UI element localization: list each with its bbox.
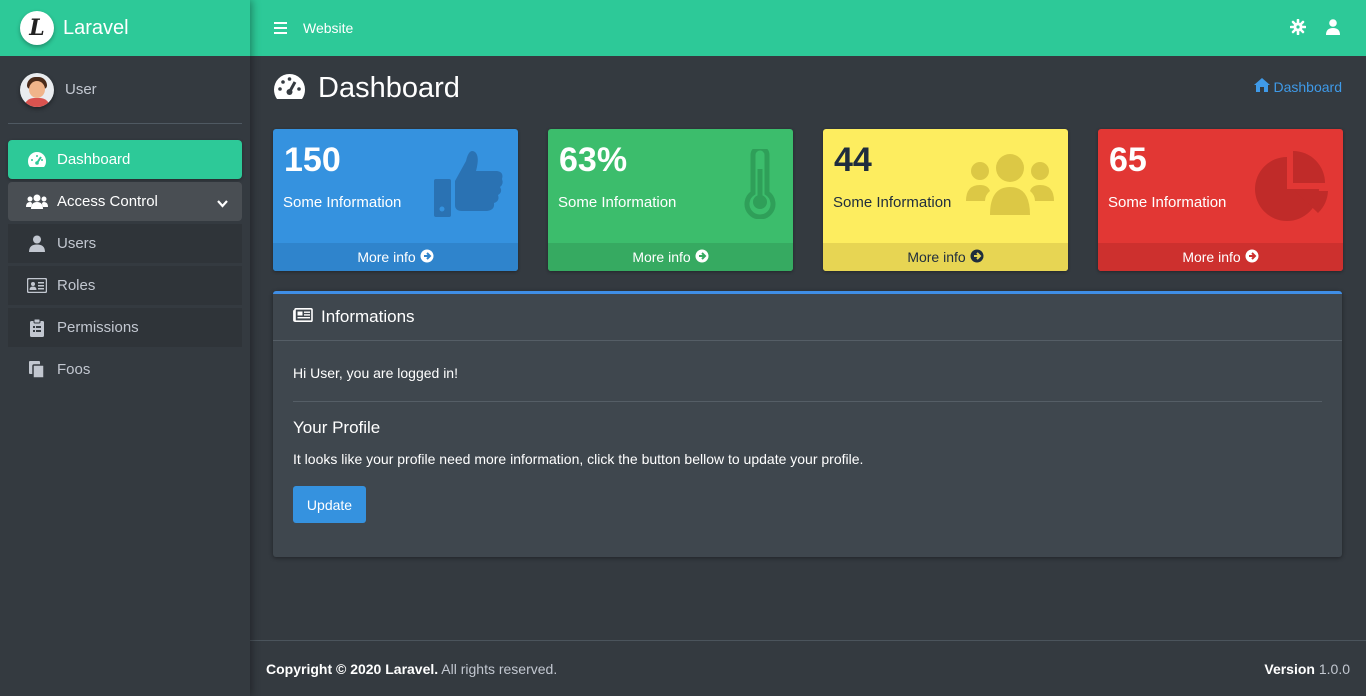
users-icon (26, 192, 48, 212)
card-body: Hi User, you are logged in! Your Profile… (273, 365, 1342, 523)
box-value: 65 (1109, 141, 1147, 179)
box-label: Some Information (558, 194, 677, 211)
sidebar-item-users[interactable]: Users (8, 224, 242, 263)
sidebar-item-label: Users (57, 235, 97, 252)
users-icon (966, 153, 1054, 220)
menu-toggle-icon[interactable] (274, 22, 287, 34)
more-info-link[interactable]: More info (1098, 243, 1343, 271)
topbar: Website (250, 0, 1366, 56)
arrow-circle-right-icon (416, 249, 434, 266)
brand-logo: L (20, 11, 54, 45)
version-label: Version (1264, 660, 1315, 677)
clipboard-icon (26, 318, 48, 338)
profile-text: It looks like your profile need more inf… (293, 451, 864, 467)
more-info-link[interactable]: More info (273, 243, 518, 271)
brand-name: Laravel (63, 16, 129, 39)
page-footer: Copyright © 2020 Laravel. All rights res… (250, 640, 1366, 696)
thermometer-icon (743, 145, 777, 224)
topbar-actions (1289, 18, 1340, 40)
card-title: Informations (321, 307, 415, 326)
update-button[interactable]: Update (293, 486, 366, 523)
sidebar-item-access-control[interactable]: Access Control (8, 182, 242, 221)
id-card-icon (26, 276, 48, 296)
user-name[interactable]: User (65, 81, 97, 98)
home-icon (1253, 78, 1274, 95)
sidebar-item-label: Roles (57, 277, 96, 294)
sidebar: L Laravel User Dashboard Access Control (0, 0, 250, 696)
copy-icon (26, 360, 48, 380)
settings-icon[interactable] (1289, 18, 1307, 40)
main-content: Dashboard Dashboard 150 Some Information… (250, 56, 1366, 640)
tachometer-icon (273, 73, 306, 105)
sidebar-nav: Dashboard Access Control Users Roles Per… (0, 124, 250, 389)
box-label: Some Information (283, 194, 402, 211)
greeting-text: Hi User, you are logged in! (293, 365, 458, 381)
page-header: Dashboard (273, 72, 460, 105)
information-card: Informations Hi User, you are logged in!… (273, 291, 1342, 557)
brand-link[interactable]: L Laravel (0, 0, 250, 56)
page-title: Dashboard (318, 72, 460, 104)
box-label: Some Information (1108, 194, 1227, 211)
newspaper-icon (293, 307, 313, 327)
info-boxes: 150 Some Information More info 63% Some … (273, 129, 1343, 271)
sidebar-item-foos[interactable]: Foos (8, 350, 242, 389)
card-header: Informations (273, 294, 1342, 341)
version-number: 1.0.0 (1314, 660, 1350, 677)
user-icon[interactable] (1326, 19, 1340, 40)
box-value: 63% (559, 141, 628, 179)
profile-heading: Your Profile (293, 418, 381, 437)
box-value: 44 (834, 141, 872, 179)
pie-chart-icon (1253, 151, 1329, 226)
copyright: Copyright © 2020 Laravel. All rights res… (266, 661, 557, 677)
more-info-link[interactable]: More info (548, 243, 793, 271)
avatar (20, 72, 54, 107)
more-info-link[interactable]: More info (823, 243, 1068, 271)
breadcrumb-item[interactable]: Dashboard (1274, 79, 1343, 95)
copyright-rest: All rights reserved. (438, 660, 558, 677)
box-value: 150 (284, 141, 341, 179)
sidebar-item-permissions[interactable]: Permissions (8, 308, 242, 347)
box-label: Some Information (833, 194, 952, 211)
arrow-circle-right-icon (691, 249, 709, 266)
sidebar-item-label: Dashboard (57, 151, 131, 168)
sidebar-item-label: Access Control (57, 193, 158, 210)
more-info-label: More info (632, 249, 691, 265)
info-box: 44 Some Information More info (823, 129, 1068, 271)
more-info-label: More info (1182, 249, 1241, 265)
info-box: 65 Some Information More info (1098, 129, 1343, 271)
sidebar-item-label: Permissions (57, 319, 139, 336)
version-info: Version 1.0.0 (1264, 661, 1350, 677)
arrow-circle-right-icon (1241, 249, 1259, 266)
tachometer-icon (26, 150, 48, 170)
sidebar-item-dashboard[interactable]: Dashboard (8, 140, 242, 179)
user-panel[interactable]: User (8, 56, 242, 124)
user-icon (26, 234, 48, 254)
thumbs-up-icon (432, 147, 504, 224)
breadcrumb[interactable]: Dashboard (1253, 78, 1343, 95)
divider (293, 401, 1322, 402)
more-info-label: More info (907, 249, 966, 265)
arrow-circle-right-icon (966, 249, 984, 266)
chevron-down-icon (217, 195, 228, 212)
info-box: 150 Some Information More info (273, 129, 518, 271)
more-info-label: More info (357, 249, 416, 265)
copyright-strong[interactable]: Copyright © 2020 Laravel. (266, 661, 438, 677)
website-link[interactable]: Website (303, 20, 353, 36)
sidebar-item-label: Foos (57, 361, 91, 378)
info-box: 63% Some Information More info (548, 129, 793, 271)
sidebar-item-roles[interactable]: Roles (8, 266, 242, 305)
